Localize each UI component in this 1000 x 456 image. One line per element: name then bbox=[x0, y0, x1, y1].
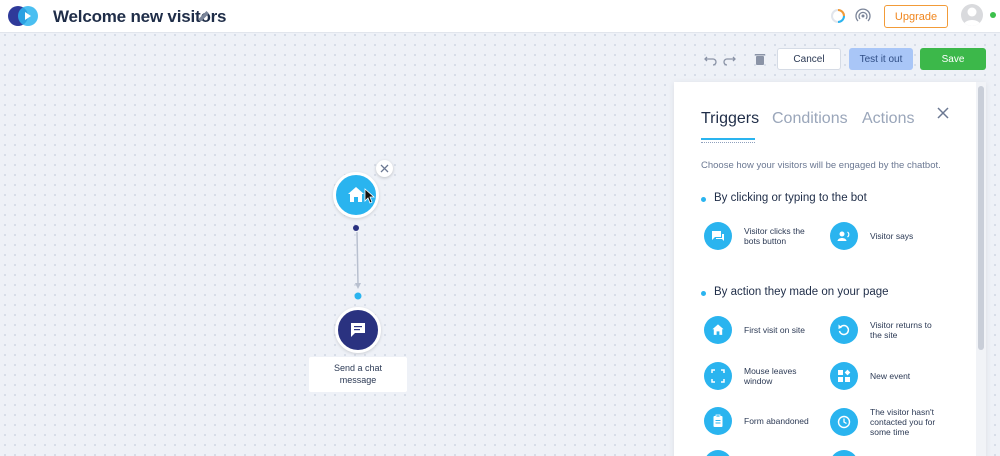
close-icon[interactable] bbox=[936, 106, 950, 120]
option-label: The visitor hasn't contacted you for som… bbox=[870, 407, 936, 437]
option-label: Visitor clicks the bots button bbox=[744, 226, 805, 246]
scrollbar-thumb[interactable] bbox=[978, 86, 984, 350]
tab-dotted-divider bbox=[701, 142, 755, 143]
caption-line-2: message bbox=[339, 375, 377, 385]
tab-triggers[interactable]: Triggers bbox=[701, 110, 759, 128]
option-label: Mouse leaves window bbox=[744, 366, 797, 386]
panel-description: Choose how your visitors will be engaged… bbox=[701, 160, 941, 171]
clipboard-icon bbox=[704, 407, 732, 435]
chat-message-icon bbox=[351, 323, 365, 337]
trigger-option-visitor-returns[interactable]: Visitor returns to the site bbox=[830, 316, 940, 344]
trigger-option-mouse-leaves[interactable]: Mouse leaves window bbox=[704, 362, 814, 390]
return-icon bbox=[830, 316, 858, 344]
trigger-option-form-abandoned[interactable]: Form abandoned bbox=[704, 407, 814, 435]
trigger-option-new-event[interactable]: New event bbox=[830, 362, 940, 390]
trigger-option-first-visit[interactable]: First visit on site bbox=[704, 316, 814, 344]
home-icon bbox=[348, 187, 364, 202]
trigger-option-no-contact[interactable]: The visitor hasn't contacted you for som… bbox=[830, 407, 944, 437]
tab-actions[interactable]: Actions bbox=[862, 110, 914, 128]
section-bullet bbox=[701, 291, 706, 296]
action-node-caption[interactable]: Send a chat message bbox=[309, 357, 407, 392]
section-title: By clicking or typing to the bot bbox=[714, 192, 867, 204]
clock-icon bbox=[830, 408, 858, 436]
active-tab-indicator bbox=[701, 138, 755, 140]
remove-node-button[interactable] bbox=[376, 160, 393, 177]
trigger-option-visitor-says[interactable]: Visitor says bbox=[830, 222, 940, 250]
fullscreen-icon bbox=[704, 362, 732, 390]
close-icon bbox=[380, 164, 389, 173]
tab-conditions[interactable]: Conditions bbox=[772, 110, 848, 128]
action-node[interactable] bbox=[335, 307, 381, 353]
home-icon bbox=[704, 316, 732, 344]
caption-line-1: Send a chat bbox=[333, 363, 383, 373]
trigger-option-visitor-clicks[interactable]: Visitor clicks the bots button bbox=[704, 222, 814, 250]
chat-bubbles-icon bbox=[704, 222, 732, 250]
triggers-panel: Triggers Conditions Actions Choose how y… bbox=[674, 82, 986, 456]
option-label: New event bbox=[870, 371, 911, 381]
section-bullet bbox=[701, 197, 706, 202]
option-label: Form abandoned bbox=[744, 416, 809, 426]
widgets-icon bbox=[830, 362, 858, 390]
option-label: Visitor says bbox=[870, 231, 914, 241]
option-label: Visitor returns to the site bbox=[870, 320, 932, 340]
panel-scrollbar[interactable] bbox=[976, 82, 986, 456]
mouse-cursor-icon bbox=[364, 188, 376, 204]
partial-option-icon[interactable] bbox=[830, 450, 858, 456]
partial-option-icon[interactable] bbox=[704, 450, 732, 456]
option-label: First visit on site bbox=[744, 325, 805, 335]
section-title: By action they made on your page bbox=[714, 286, 889, 298]
person-speaking-icon bbox=[830, 222, 858, 250]
